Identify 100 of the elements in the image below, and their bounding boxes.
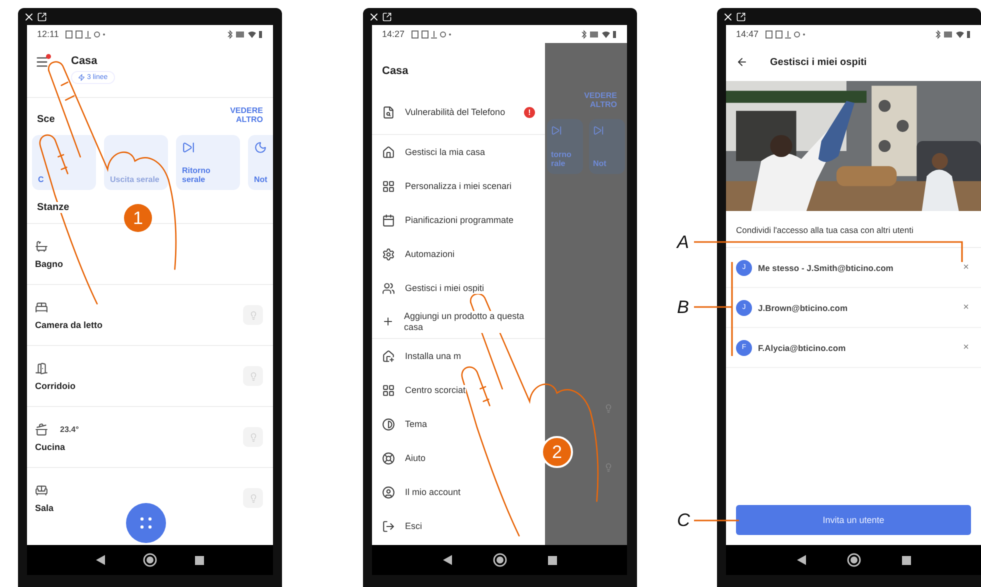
scene-card: torno rale	[547, 119, 583, 174]
scene-card: Not	[589, 119, 625, 174]
status-time: 12:11	[37, 29, 59, 39]
home-title: Casa	[71, 55, 98, 67]
room-icon	[35, 240, 48, 252]
menu-item-icon	[382, 418, 395, 430]
status-icons	[227, 30, 263, 38]
menu-item-icon	[382, 486, 395, 498]
room-icon	[35, 362, 48, 374]
menu-item[interactable]: Esci	[372, 509, 545, 543]
menu-item-icon	[382, 106, 395, 119]
notification-icons	[764, 30, 805, 38]
lightbulb-icon	[248, 310, 258, 320]
room-icon	[35, 422, 48, 436]
room-row[interactable]: Corridoio	[27, 345, 273, 406]
nav-recents-icon[interactable]	[548, 556, 556, 564]
lamp-icon	[604, 404, 613, 413]
dots-grid-icon	[139, 516, 153, 530]
menu-item-icon	[382, 384, 395, 396]
menu-item[interactable]: Installa una m	[372, 339, 545, 373]
invite-button[interactable]: Invita un utente	[736, 505, 971, 535]
nav-home-icon[interactable]	[143, 553, 157, 567]
room-icon	[35, 300, 48, 314]
menu-item-icon	[382, 214, 395, 226]
notification-icons	[410, 30, 451, 38]
menu-item-icon	[382, 315, 394, 328]
guest-email: Me stesso - J.Smith@bticino.com	[758, 262, 894, 272]
menu-item-icon	[382, 146, 395, 158]
menu-item-icon	[382, 520, 395, 532]
room-row[interactable]: Camera da letto	[27, 284, 273, 345]
moon-icon	[254, 141, 267, 154]
menu-item[interactable]: Automazioni	[372, 237, 545, 271]
room-name: Corridoio	[35, 380, 76, 390]
menu-item[interactable]: Pianificazioni programmate	[372, 203, 545, 237]
close-icon[interactable]	[722, 10, 734, 22]
room-icon	[35, 484, 48, 496]
menu-item[interactable]: Aggiungi un prodotto a questa casa	[372, 305, 545, 339]
room-name: Sala	[35, 502, 54, 512]
status-icons	[581, 30, 617, 38]
menu-item-icon	[382, 180, 395, 192]
close-icon[interactable]	[368, 10, 380, 22]
nav-recents-icon[interactable]	[902, 556, 910, 564]
skip-icon	[182, 141, 195, 154]
menu-item[interactable]: Centro scorciat	[372, 373, 545, 407]
menu-button[interactable]	[35, 55, 49, 69]
section-title: Sce	[37, 114, 55, 125]
lightbulb-icon	[248, 372, 258, 380]
intro-text: Condividi l'accesso alla tua casa con altri utenti	[726, 211, 981, 248]
callout-label: A	[677, 232, 690, 252]
drawer-title: Casa	[381, 64, 410, 79]
room-name: Cucina	[35, 442, 66, 452]
menu-item-icon	[382, 282, 395, 294]
room-name: Camera da letto	[35, 320, 103, 330]
see-more-link[interactable]: VEDERE ALTRO	[221, 106, 263, 124]
menu-item-icon	[382, 452, 395, 464]
callout-label: C	[677, 510, 690, 530]
menu-item-icon	[382, 248, 395, 260]
screen-title: Gestisci i miei ospiti	[770, 56, 867, 68]
nav-home-icon[interactable]	[846, 553, 860, 567]
remove-button[interactable]: ×	[963, 342, 969, 353]
lightbulb-icon	[248, 432, 258, 442]
guest-email: F.Alycia@bticino.com	[758, 342, 847, 352]
nav-back-icon[interactable]	[796, 555, 806, 565]
status-time: 14:27	[382, 29, 405, 39]
callout-label: B	[677, 297, 690, 317]
menu-item[interactable]: Vulnerabilità del Telefono !	[372, 91, 545, 135]
skip-icon	[551, 125, 562, 136]
status-icons	[935, 30, 971, 38]
close-icon[interactable]	[23, 10, 35, 22]
menu-item[interactable]: Il mio account	[372, 475, 545, 509]
leader-line	[694, 519, 739, 522]
menu-item-icon	[382, 350, 395, 362]
room-row[interactable]: 23.4° Cucina	[27, 406, 273, 467]
menu-item[interactable]: Gestisci la mia casa	[372, 135, 545, 169]
external-link-icon[interactable]	[736, 12, 746, 22]
scene-card[interactable]: C	[32, 135, 96, 190]
alert-badge: !	[524, 107, 535, 118]
nav-back-icon[interactable]	[96, 555, 105, 565]
fab-button[interactable]	[126, 503, 166, 543]
status-time: 14:47	[736, 29, 759, 39]
remove-button[interactable]: ×	[963, 262, 969, 273]
external-link-icon[interactable]	[37, 12, 47, 22]
temperature: 23.4°	[60, 424, 79, 434]
nav-back-icon[interactable]	[442, 555, 452, 565]
nav-home-icon[interactable]	[492, 553, 506, 567]
notification-icons	[64, 30, 105, 38]
scene-card[interactable]: Ritorno serale	[176, 135, 240, 190]
menu-item[interactable]: Personalizza i miei scenari	[372, 169, 545, 203]
remove-button[interactable]: ×	[963, 302, 969, 313]
back-icon[interactable]	[736, 56, 748, 68]
menu-item[interactable]: Gestisci i miei ospiti	[372, 271, 545, 305]
lightbulb-icon	[248, 494, 258, 502]
external-link-icon[interactable]	[382, 12, 392, 22]
lamp-icon	[604, 463, 613, 472]
guest-email: J.Brown@bticino.com	[758, 302, 849, 312]
room-name: Bagno	[35, 258, 63, 268]
scene-card[interactable]: Not	[248, 135, 273, 190]
section-title: Stanze	[37, 202, 70, 213]
skip-icon	[593, 125, 604, 136]
nav-recents-icon[interactable]	[195, 556, 204, 564]
